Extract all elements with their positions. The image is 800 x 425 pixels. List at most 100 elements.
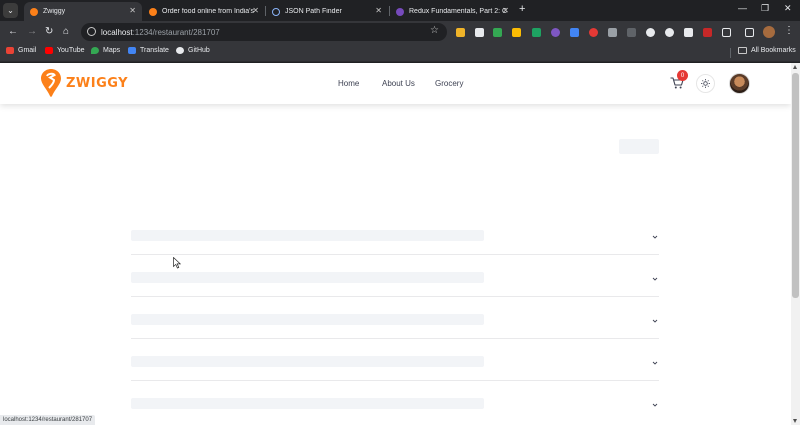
chevron-down-icon[interactable] — [652, 276, 658, 282]
shimmer-category-placeholder — [131, 314, 484, 325]
extension-icon[interactable] — [703, 28, 712, 37]
extension-icon[interactable] — [684, 28, 693, 37]
chevron-down-icon[interactable] — [652, 234, 658, 240]
close-icon[interactable]: ✕ — [252, 6, 259, 15]
arrow-left-icon: ← — [8, 26, 18, 37]
side-panel-icon[interactable] — [745, 28, 754, 37]
category-divider — [131, 380, 659, 381]
site-header: ZWIGGY Home About Us Grocery 0 — [0, 63, 791, 104]
arrow-right-icon: → — [27, 26, 37, 37]
chevron-down-icon[interactable] — [652, 360, 658, 366]
browser-menu-icon[interactable]: ⋮ — [784, 25, 794, 36]
tab-zwiggy[interactable]: Zwiggy ✕ — [24, 2, 142, 21]
new-tab-button[interactable]: + — [519, 3, 525, 15]
nav-about-us[interactable]: About Us — [382, 79, 415, 88]
extension-icon[interactable] — [608, 28, 617, 37]
bookmarks-divider — [730, 48, 731, 58]
extension-icon[interactable] — [589, 28, 598, 37]
close-icon[interactable]: ✕ — [502, 6, 509, 15]
sun-icon — [701, 79, 710, 88]
tab-search-button[interactable]: ⌄ — [3, 3, 18, 18]
extension-icon[interactable] — [475, 28, 484, 37]
redux-icon — [396, 7, 404, 16]
bookmark-label: GitHub — [188, 47, 210, 54]
browser-toolbar: ← → ↻ ⌂ localhost:1234/restaurant/281707… — [0, 21, 800, 43]
translate-icon — [128, 47, 136, 54]
tab-title: Redux Fundamentals, Part 2: C — [409, 8, 507, 15]
extension-icon[interactable] — [493, 28, 502, 37]
bookmark-maps[interactable]: Maps — [91, 47, 120, 54]
chevron-down-icon[interactable] — [652, 318, 658, 324]
bookmark-gmail[interactable]: Gmail — [6, 47, 36, 54]
bookmark-youtube[interactable]: YouTube — [45, 47, 85, 54]
json-icon — [272, 7, 280, 16]
youtube-icon — [45, 47, 53, 54]
home-icon: ⌂ — [63, 26, 70, 37]
tab-json-path-finder[interactable]: JSON Path Finder ✕ — [266, 2, 388, 21]
swiggy-logo-icon — [41, 69, 61, 97]
bookmark-label: Translate — [140, 47, 169, 54]
user-avatar[interactable] — [729, 73, 750, 94]
extension-icon[interactable] — [532, 28, 541, 37]
shimmer-badge-placeholder — [619, 139, 659, 154]
extension-icon[interactable] — [646, 28, 655, 37]
window-close-button[interactable]: ✕ — [784, 3, 792, 14]
category-divider — [131, 254, 659, 255]
maps-icon — [91, 47, 99, 54]
all-bookmarks-label: All Bookmarks — [751, 47, 796, 54]
shimmer-category-placeholder — [131, 230, 484, 241]
extension-icon[interactable] — [551, 28, 560, 37]
status-bar-url: localhost:1234/restaurant/281707 — [0, 415, 96, 425]
tab-title: Order food online from India's — [162, 8, 254, 15]
shimmer-category-placeholder — [131, 398, 484, 409]
home-button[interactable]: ⌂ — [63, 26, 69, 38]
gmail-icon — [6, 47, 14, 54]
extension-icon[interactable] — [570, 28, 579, 37]
extension-icon[interactable] — [627, 28, 636, 37]
reload-icon: ↻ — [45, 26, 54, 37]
bookmark-translate[interactable]: Translate — [128, 47, 169, 54]
site-info-icon[interactable] — [87, 27, 96, 36]
chevron-down-icon: ⌄ — [7, 6, 14, 15]
extension-icon[interactable] — [512, 28, 521, 37]
chevron-down-icon[interactable] — [652, 402, 658, 408]
extension-icon[interactable] — [665, 28, 674, 37]
swiggy-icon — [149, 7, 157, 16]
tab-title: JSON Path Finder — [285, 8, 342, 15]
forward-button[interactable]: → — [27, 26, 37, 38]
mouse-cursor-icon — [173, 257, 181, 269]
bookmark-github[interactable]: GitHub — [176, 47, 210, 54]
tab-order-food[interactable]: Order food online from India's ✕ — [143, 2, 265, 21]
back-button[interactable]: ← — [8, 26, 18, 38]
nav-grocery[interactable]: Grocery — [435, 79, 463, 88]
tab-redux[interactable]: Redux Fundamentals, Part 2: C ✕ — [390, 2, 515, 21]
address-bar[interactable]: localhost:1234/restaurant/281707 ☆ — [81, 23, 447, 41]
brand-logo[interactable]: ZWIGGY — [41, 69, 128, 97]
reload-button[interactable]: ↻ — [45, 26, 53, 38]
close-icon[interactable]: ✕ — [129, 6, 136, 15]
extension-icon[interactable] — [456, 28, 465, 37]
shimmer-category-placeholder — [131, 356, 484, 367]
page-viewport: ZWIGGY Home About Us Grocery 0 — [0, 63, 791, 425]
scroll-up-icon[interactable] — [793, 65, 797, 69]
shimmer-category-placeholder — [131, 272, 484, 283]
scrollbar-thumb[interactable] — [792, 73, 799, 298]
close-icon[interactable]: ✕ — [375, 6, 382, 15]
extensions-puzzle-icon[interactable] — [722, 28, 731, 37]
maximize-button[interactable]: ❐ — [761, 3, 769, 14]
theme-toggle-button[interactable] — [696, 74, 715, 93]
bookmark-label: Gmail — [18, 47, 37, 54]
github-icon — [176, 47, 184, 54]
nav-home[interactable]: Home — [338, 79, 359, 88]
all-bookmarks-button[interactable]: All Bookmarks — [738, 47, 796, 54]
cart-count-badge: 0 — [677, 70, 688, 81]
swiggy-icon — [30, 7, 38, 16]
page-scrollbar[interactable] — [791, 63, 800, 425]
bookmarks-bar: Gmail YouTube Maps Translate GitHub All … — [0, 43, 800, 62]
url-host: localhost — [101, 27, 133, 37]
profile-avatar-icon[interactable] — [763, 26, 775, 38]
scroll-down-icon[interactable] — [793, 419, 797, 423]
tab-strip: ⌄ Zwiggy ✕ Order food online from India'… — [0, 0, 800, 21]
minimize-button[interactable]: — — [738, 3, 747, 13]
bookmark-star-icon[interactable]: ☆ — [430, 25, 439, 36]
